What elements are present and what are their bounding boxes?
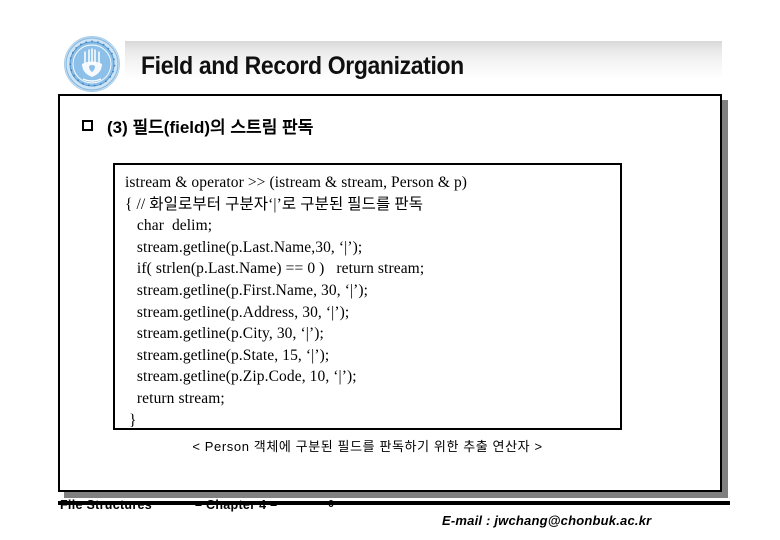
code-line: stream.getline(p.Last.Name,30, ‘|’); — [125, 238, 363, 256]
main-box-shadow-right — [722, 100, 728, 498]
code-line: return stream; — [125, 389, 225, 407]
footer-course-label: File Structures — [60, 498, 153, 512]
code-line: char delim; — [125, 217, 213, 235]
footer-chapter-label: – Chapter 4 – — [195, 498, 278, 512]
section-heading: (3) 필드(field)의 스트림 판독 — [82, 112, 313, 138]
page-title: Field and Record Organization — [141, 52, 464, 80]
code-line: stream.getline(p.Zip.Code, 10, ‘|’); — [125, 368, 357, 386]
footer-divider — [58, 501, 730, 505]
footer-email-label: E-mail : jwchang@chonbuk.ac.kr — [442, 513, 652, 528]
square-bullet-icon — [82, 119, 93, 131]
code-listing-box: istream & operator >> (istream & stream,… — [113, 163, 622, 430]
code-line: istream & operator >> (istream & stream,… — [125, 174, 468, 191]
slide-root: Field and Record Organization (3) 필드(fie… — [0, 0, 780, 540]
code-line: if( strlen(p.Last.Name) == 0 ) return st… — [125, 260, 425, 278]
code-line: } — [125, 411, 137, 429]
chonbuk-university-seal-icon — [63, 35, 121, 93]
code-line: stream.getline(p.First.Name, 30, ‘|’); — [125, 281, 369, 299]
code-line: stream.getline(p.City, 30, ‘|’); — [125, 325, 324, 343]
code-line: stream.getline(p.State, 15, ‘|’); — [125, 346, 330, 364]
figure-caption: < Person 객체에 구분된 필드를 판독하기 위한 추출 연산자 > — [192, 439, 543, 454]
main-box-shadow-bottom — [64, 492, 728, 498]
code-line: stream.getline(p.Address, 30, ‘|’); — [125, 303, 350, 321]
footer-page-number: - 6 - — [322, 499, 340, 510]
section-heading-label: (3) 필드(field)의 스트림 판독 — [107, 117, 314, 137]
code-line: { // 화일로부터 구분자‘|’로 구분된 필드를 판독 — [125, 195, 424, 213]
